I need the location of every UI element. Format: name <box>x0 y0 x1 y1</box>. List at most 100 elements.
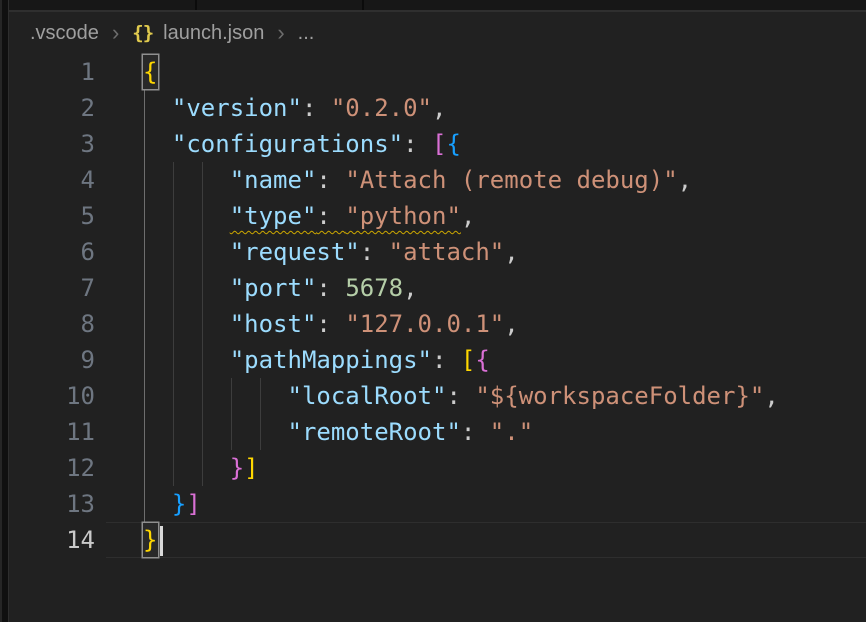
code-token: "request" <box>230 238 360 266</box>
line-number[interactable]: 3 <box>10 126 95 162</box>
breadcrumb: .vscode › {} launch.json › ... <box>10 12 866 54</box>
code-token: "127.0.0.1" <box>345 310 504 338</box>
code-line[interactable]: 11 "remoteRoot": "." <box>10 414 866 450</box>
code-line-content[interactable]: { <box>143 54 158 90</box>
text-cursor <box>160 526 163 556</box>
code-token: : <box>403 130 432 158</box>
code-line-content[interactable]: "localRoot": "${workspaceFolder}", <box>143 378 779 414</box>
code-token: "${workspaceFolder}" <box>475 382 764 410</box>
code-token: : <box>316 166 345 194</box>
code-token: "name" <box>230 166 317 194</box>
code-line[interactable]: 4 "name": "Attach (remote debug)", <box>10 162 866 198</box>
tab-separator <box>195 0 197 10</box>
code-line[interactable]: 10 "localRoot": "${workspaceFolder}", <box>10 378 866 414</box>
code-line[interactable]: 12 }] <box>10 450 866 486</box>
breadcrumb-symbols[interactable]: ... <box>298 22 315 45</box>
line-number[interactable]: 8 <box>10 306 95 342</box>
code-area[interactable]: 1{2 "version": "0.2.0",3 "configurations… <box>10 54 866 558</box>
code-line-content[interactable]: } <box>143 522 163 558</box>
code-token: "type" <box>230 202 317 230</box>
code-line-content[interactable]: "pathMappings": [{ <box>143 342 490 378</box>
code-token: , <box>504 238 518 266</box>
window-left-border <box>0 0 9 622</box>
code-line-content[interactable]: "version": "0.2.0", <box>143 90 446 126</box>
line-number[interactable]: 9 <box>10 342 95 378</box>
code-line-content[interactable]: "remoteRoot": "." <box>143 414 533 450</box>
code-token: : <box>316 202 345 230</box>
code-line-content[interactable]: "name": "Attach (remote debug)", <box>143 162 692 198</box>
code-line[interactable]: 13 }] <box>10 486 866 522</box>
code-token: , <box>504 310 518 338</box>
line-number[interactable]: 1 <box>10 54 95 90</box>
bracket-match: { <box>143 55 158 89</box>
code-line-content[interactable]: "configurations": [{ <box>143 126 461 162</box>
code-token: "Attach (remote debug)" <box>345 166 677 194</box>
line-number[interactable]: 7 <box>10 270 95 306</box>
code-line-content[interactable]: "host": "127.0.0.1", <box>143 306 519 342</box>
code-token: "python" <box>345 202 461 230</box>
breadcrumb-file[interactable]: launch.json <box>163 22 264 45</box>
code-token: : <box>461 418 490 446</box>
code-line[interactable]: 1{ <box>10 54 866 90</box>
code-line-content[interactable]: }] <box>143 450 259 486</box>
code-line-content[interactable]: "request": "attach", <box>143 234 519 270</box>
code-token: , <box>432 94 446 122</box>
code-token <box>143 166 230 194</box>
code-token: "attach" <box>389 238 505 266</box>
code-token: : <box>432 346 461 374</box>
code-token <box>143 454 230 482</box>
code-token: "localRoot" <box>288 382 447 410</box>
code-token <box>143 274 230 302</box>
code-token: , <box>764 382 778 410</box>
code-token <box>143 130 172 158</box>
code-token: [ <box>461 346 475 374</box>
line-number[interactable]: 13 <box>10 486 95 522</box>
line-number[interactable]: 2 <box>10 90 95 126</box>
code-token: "0.2.0" <box>331 94 432 122</box>
line-number[interactable]: 14 <box>10 522 95 558</box>
line-number[interactable]: 6 <box>10 234 95 270</box>
line-number[interactable]: 5 <box>10 198 95 234</box>
code-line-content[interactable]: }] <box>143 486 201 522</box>
code-token: "remoteRoot" <box>288 418 461 446</box>
code-token: { <box>475 346 489 374</box>
code-token: "port" <box>230 274 317 302</box>
code-token: : <box>360 238 389 266</box>
code-token: } <box>230 454 244 482</box>
code-token: "version" <box>172 94 302 122</box>
code-token <box>143 310 230 338</box>
code-line[interactable]: 3 "configurations": [{ <box>10 126 866 162</box>
code-line[interactable]: 9 "pathMappings": [{ <box>10 342 866 378</box>
code-token: : <box>316 310 345 338</box>
code-line-content[interactable]: "type": "python", <box>143 198 475 234</box>
code-token <box>143 202 230 230</box>
line-number[interactable]: 11 <box>10 414 95 450</box>
code-token: "host" <box>230 310 317 338</box>
code-line[interactable]: 7 "port": 5678, <box>10 270 866 306</box>
breadcrumb-folder[interactable]: .vscode <box>30 22 99 45</box>
code-token <box>143 238 230 266</box>
code-line[interactable]: 2 "version": "0.2.0", <box>10 90 866 126</box>
code-token: : <box>446 382 475 410</box>
code-token: ] <box>244 454 258 482</box>
line-number[interactable]: 12 <box>10 450 95 486</box>
line-number[interactable]: 4 <box>10 162 95 198</box>
code-line[interactable]: 5 "type": "python", <box>10 198 866 234</box>
vscode-window: .vscode › {} launch.json › ... 1{2 "vers… <box>0 0 866 622</box>
code-token <box>143 490 172 518</box>
line-number[interactable]: 10 <box>10 378 95 414</box>
code-line-content[interactable]: "port": 5678, <box>143 270 418 306</box>
code-token: : <box>302 94 331 122</box>
chevron-right-icon: › <box>277 22 284 44</box>
json-braces-icon: {} <box>132 22 153 44</box>
code-token: "pathMappings" <box>230 346 432 374</box>
code-token: , <box>403 274 417 302</box>
code-line[interactable]: 6 "request": "attach", <box>10 234 866 270</box>
code-line[interactable]: 8 "host": "127.0.0.1", <box>10 306 866 342</box>
code-token: ] <box>186 490 200 518</box>
code-line[interactable]: 14} <box>10 522 866 558</box>
code-token: "." <box>490 418 533 446</box>
code-token <box>143 418 288 446</box>
chevron-right-icon: › <box>112 22 119 44</box>
editor-pane: .vscode › {} launch.json › ... 1{2 "vers… <box>10 12 866 622</box>
